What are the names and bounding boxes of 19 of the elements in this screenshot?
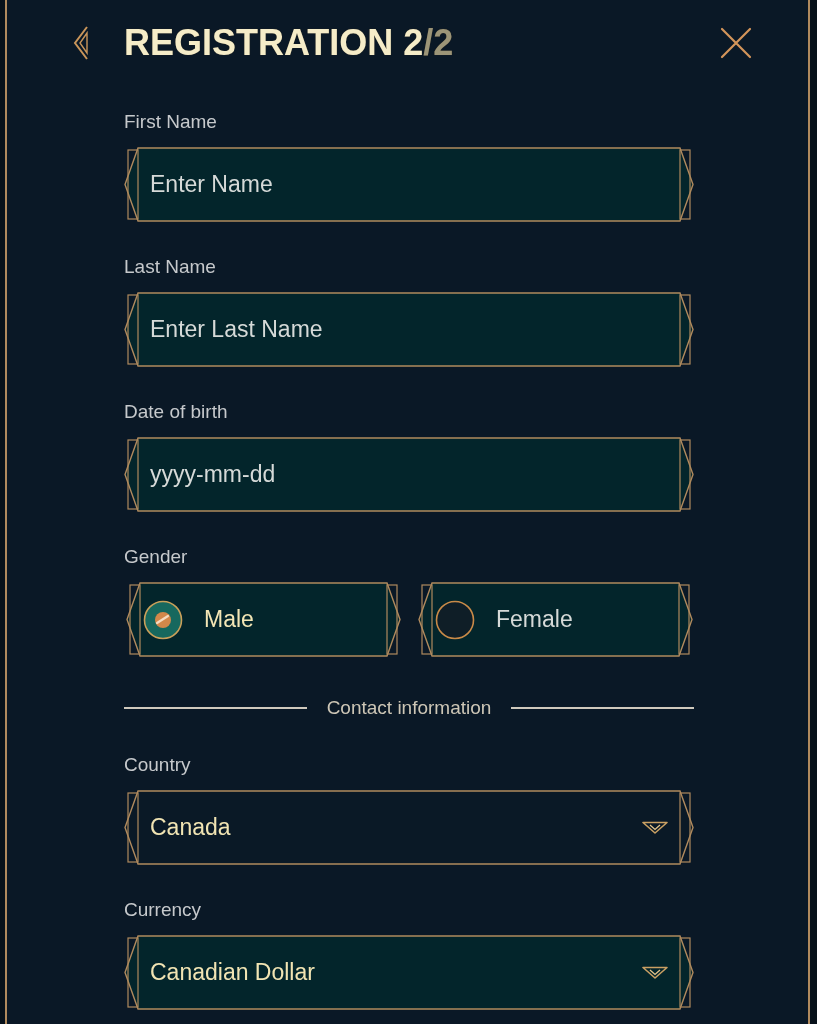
field-label: Last Name [124, 257, 216, 277]
radio-option[interactable]: Male [126, 582, 401, 657]
input-field[interactable]: Enter Last Name [124, 292, 694, 367]
field-label: Date of birth [124, 402, 228, 422]
close-icon [720, 27, 752, 59]
field-label: First Name [124, 112, 217, 132]
caret-icon [642, 821, 668, 834]
input-field[interactable]: Enter Name [124, 147, 694, 222]
caret-icon [642, 966, 668, 979]
input-field[interactable]: yyyy-mm-dd [124, 437, 694, 512]
field-label: Currency [124, 900, 202, 920]
field-label: Gender [124, 547, 188, 567]
page-title: REGISTRATION 2/2 [124, 23, 454, 63]
section-heading: Contact information [325, 698, 493, 718]
field-label: Country [124, 755, 191, 775]
dropdown-field[interactable]: Canada [124, 790, 694, 865]
radio-option[interactable]: Female [418, 582, 693, 657]
chevron-left-icon [73, 26, 89, 60]
dropdown-field[interactable]: Canadian Dollar [124, 935, 694, 1010]
